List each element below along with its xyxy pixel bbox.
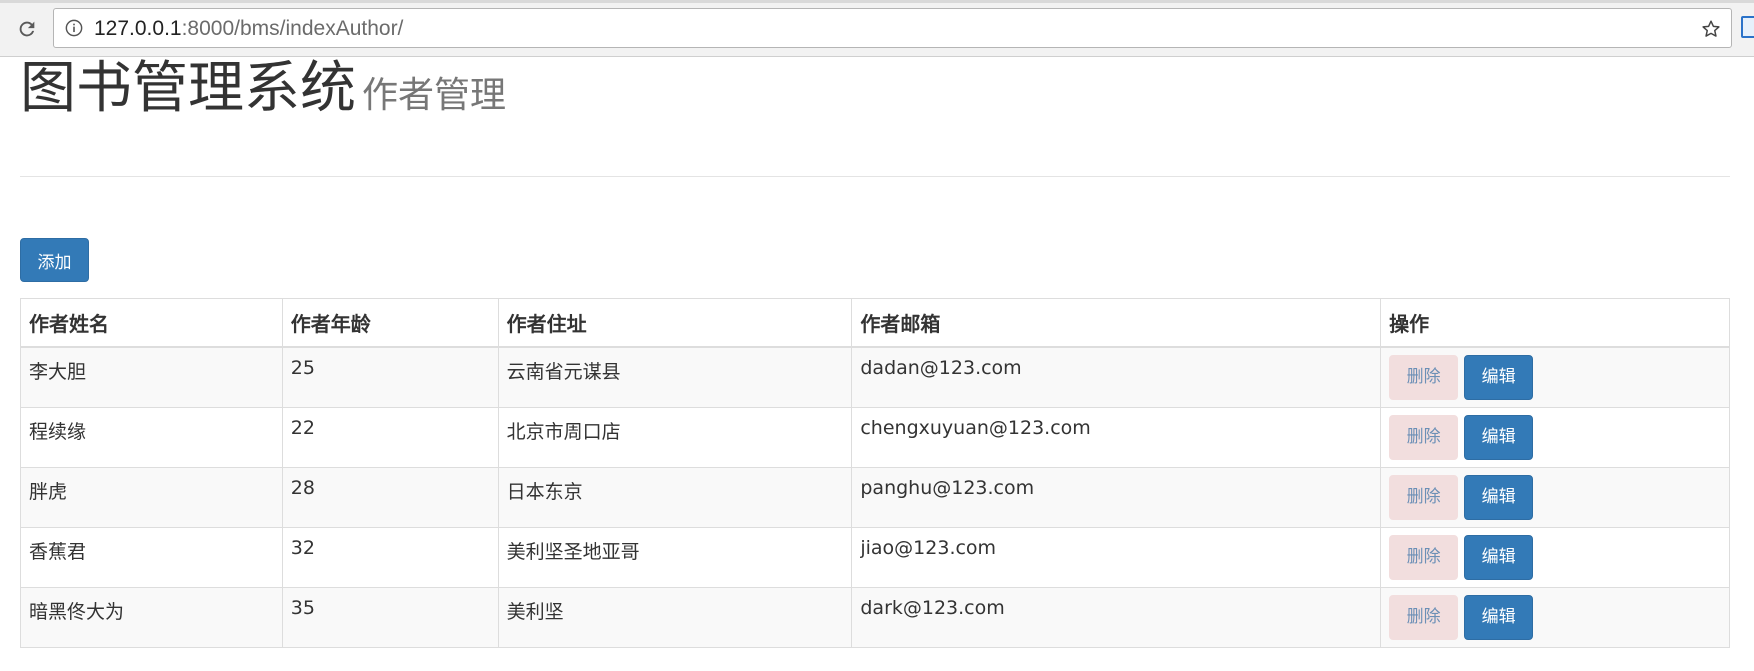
cell-actions: 删除 编辑	[1380, 346, 1730, 408]
address-bar[interactable]: 127.0.0.1:8000/bms/indexAuthor/	[53, 8, 1732, 48]
cell-age: 22	[281, 407, 499, 468]
table-header-row: 作者姓名 作者年龄 作者住址 作者邮箱 操作	[20, 298, 1730, 348]
cell-actions: 删除 编辑	[1380, 587, 1730, 648]
cell-address: 美利坚圣地亚哥	[497, 527, 853, 588]
cell-email: dadan@123.com	[851, 346, 1382, 408]
header-author-name: 作者姓名	[20, 298, 283, 348]
table-row: 胖虎 28 日本东京 panghu@123.com 删除 编辑	[20, 467, 1730, 528]
url-text[interactable]: 127.0.0.1:8000/bms/indexAuthor/	[94, 17, 403, 41]
reload-icon	[19, 21, 35, 37]
cell-address: 北京市周口店	[497, 407, 853, 468]
edit-button[interactable]: 编辑	[1464, 475, 1534, 520]
delete-button[interactable]: 删除	[1389, 355, 1459, 400]
star-icon[interactable]	[1699, 17, 1723, 41]
header-author-email: 作者邮箱	[851, 298, 1382, 348]
delete-button[interactable]: 删除	[1389, 415, 1459, 460]
header-author-age: 作者年龄	[281, 298, 499, 348]
delete-button[interactable]: 删除	[1389, 475, 1459, 520]
url-host: 127.0.0.1	[94, 17, 182, 40]
cell-address: 美利坚	[497, 587, 853, 648]
page-title-text: 图书管理系统	[20, 56, 356, 121]
cell-actions: 删除 编辑	[1380, 407, 1730, 468]
edit-button[interactable]: 编辑	[1464, 355, 1534, 400]
table-row: 李大胆 25 云南省元谋县 dadan@123.com 删除 编辑	[20, 346, 1730, 408]
cell-age: 32	[281, 527, 499, 588]
table-row: 暗黑佟大为 35 美利坚 dark@123.com 删除 编辑	[20, 587, 1730, 648]
cell-age: 25	[281, 346, 499, 408]
add-button[interactable]: 添加	[20, 238, 89, 282]
tab-strip	[0, 0, 1754, 3]
edit-button[interactable]: 编辑	[1464, 415, 1534, 460]
edit-button[interactable]: 编辑	[1464, 595, 1534, 640]
cell-name: 香蕉君	[20, 527, 283, 588]
cell-age: 35	[281, 587, 499, 648]
delete-button[interactable]: 删除	[1389, 535, 1459, 580]
cell-address: 日本东京	[497, 467, 853, 528]
cell-age: 28	[281, 467, 499, 528]
cell-email: chengxuyuan@123.com	[851, 407, 1382, 468]
cell-actions: 删除 编辑	[1380, 527, 1730, 588]
table-row: 香蕉君 32 美利坚圣地亚哥 jiao@123.com 删除 编辑	[20, 527, 1730, 588]
cell-email: dark@123.com	[851, 587, 1382, 648]
cell-name: 李大胆	[20, 346, 283, 408]
cell-email: jiao@123.com	[851, 527, 1382, 588]
page-content: 图书管理系统 作者管理 添加 作者姓名 作者年龄 作者住址 作者邮箱 操作 李大胆…	[20, 57, 1730, 648]
cell-name: 程续缘	[20, 407, 283, 468]
header-actions: 操作	[1380, 298, 1730, 348]
browser-toolbar: 127.0.0.1:8000/bms/indexAuthor/	[0, 0, 1754, 57]
cell-actions: 删除 编辑	[1380, 467, 1730, 528]
header-author-address: 作者住址	[497, 298, 853, 348]
author-table: 作者姓名 作者年龄 作者住址 作者邮箱 操作 李大胆 25 云南省元谋县 dad…	[20, 298, 1730, 648]
cell-name: 胖虎	[20, 467, 283, 528]
cell-email: panghu@123.com	[851, 467, 1382, 528]
extension-icon[interactable]	[1741, 16, 1754, 38]
url-path: :8000/bms/indexAuthor/	[181, 17, 404, 40]
info-icon[interactable]	[64, 18, 84, 38]
edit-button[interactable]: 编辑	[1464, 535, 1534, 580]
table-row: 程续缘 22 北京市周口店 chengxuyuan@123.com 删除 编辑	[20, 407, 1730, 468]
page-header: 图书管理系统 作者管理	[20, 57, 1730, 177]
reload-button[interactable]	[12, 14, 42, 44]
page-title: 图书管理系统 作者管理	[20, 57, 506, 128]
cell-name: 暗黑佟大为	[20, 587, 283, 648]
delete-button[interactable]: 删除	[1389, 595, 1459, 640]
page-subtitle: 作者管理	[362, 75, 507, 116]
cell-address: 云南省元谋县	[497, 346, 853, 408]
